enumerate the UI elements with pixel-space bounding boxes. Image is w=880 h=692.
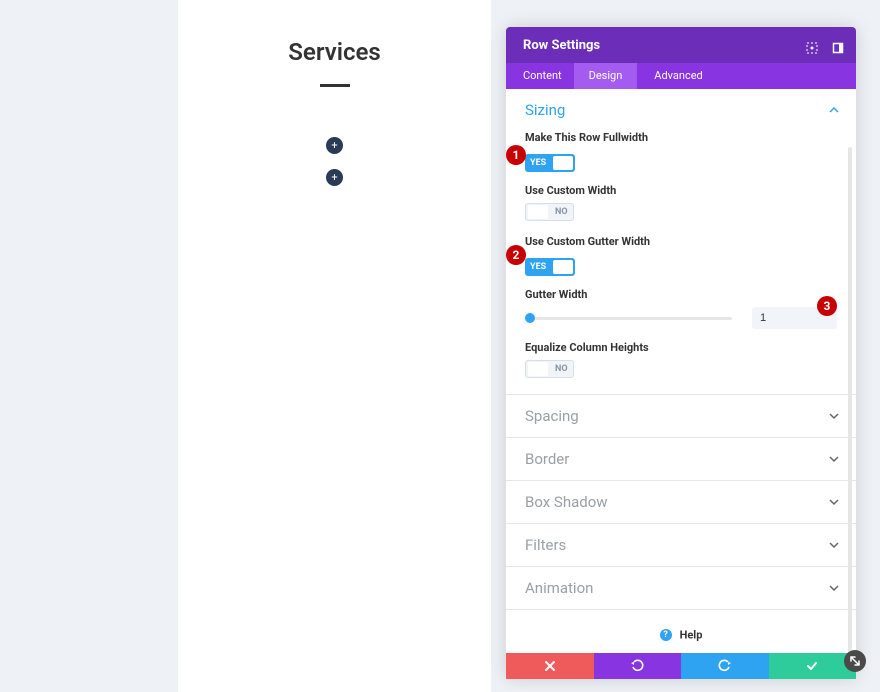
section-filters: Filters <box>506 524 856 567</box>
field-label: Use Custom Gutter Width <box>525 235 837 248</box>
undo-button[interactable] <box>594 653 682 679</box>
help-row[interactable]: ? Help <box>506 610 856 653</box>
chevron-down-icon <box>829 411 839 421</box>
tab-design[interactable]: Design <box>574 63 638 89</box>
section-header-box-shadow[interactable]: Box Shadow <box>506 481 856 523</box>
section-header-border[interactable]: Border <box>506 438 856 480</box>
field-custom-gutter: Use Custom Gutter Width YES <box>525 235 837 276</box>
field-equalize: Equalize Column Heights NO <box>525 341 837 380</box>
section-border: Border <box>506 438 856 481</box>
gutter-width-slider[interactable] <box>525 317 732 320</box>
toggle-custom-gutter[interactable]: YES <box>525 258 575 276</box>
toggle-label: NO <box>550 364 573 374</box>
field-custom-width: Use Custom Width NO <box>525 184 837 223</box>
section-title: Animation <box>525 579 593 597</box>
section-header-spacing[interactable]: Spacing <box>506 395 856 437</box>
field-label: Gutter Width <box>525 288 837 301</box>
field-label: Equalize Column Heights <box>525 341 837 354</box>
panel-footer <box>506 653 856 679</box>
section-animation: Animation <box>506 567 856 610</box>
tabs: Content Design Advanced <box>506 63 856 89</box>
field-fullwidth: Make This Row Fullwidth YES <box>525 131 837 172</box>
save-button[interactable] <box>769 653 857 679</box>
chevron-up-icon <box>829 105 839 115</box>
annotation-marker-3: 3 <box>817 296 837 316</box>
title-underline <box>320 84 350 87</box>
section-header-filters[interactable]: Filters <box>506 524 856 566</box>
scrollbar[interactable] <box>848 147 852 667</box>
section-title: Box Shadow <box>525 493 608 511</box>
redo-button[interactable] <box>681 653 769 679</box>
help-label: Help <box>680 628 703 641</box>
toggle-fullwidth[interactable]: YES <box>525 154 575 172</box>
section-spacing: Spacing <box>506 395 856 438</box>
toggle-handle <box>553 260 573 274</box>
sizing-content: Make This Row Fullwidth YES Use Custom W… <box>506 131 856 394</box>
section-title: Border <box>525 450 569 468</box>
toggle-handle <box>553 156 573 170</box>
add-module-button[interactable]: + <box>326 169 343 186</box>
field-gutter-width: Gutter Width <box>525 288 837 329</box>
header-icons <box>806 39 844 51</box>
resize-handle[interactable] <box>844 650 866 672</box>
section-sizing: Sizing Make This Row Fullwidth YES Use C… <box>506 89 856 395</box>
chevron-down-icon <box>829 540 839 550</box>
help-icon: ? <box>660 629 672 641</box>
tab-advanced[interactable]: Advanced <box>637 63 714 89</box>
page-title: Services <box>178 38 491 66</box>
chevron-down-icon <box>829 497 839 507</box>
field-label: Use Custom Width <box>525 184 837 197</box>
page-canvas: Services + + <box>178 0 491 692</box>
settings-panel: Row Settings Content Design Advanced Siz… <box>506 27 856 679</box>
panel-body: Sizing Make This Row Fullwidth YES Use C… <box>506 89 856 653</box>
toggle-equalize[interactable]: NO <box>525 360 574 378</box>
section-header-animation[interactable]: Animation <box>506 567 856 609</box>
panel-title: Row Settings <box>523 38 806 53</box>
annotation-marker-2: 2 <box>506 245 526 265</box>
section-box-shadow: Box Shadow <box>506 481 856 524</box>
toggle-label: YES <box>525 158 551 168</box>
toggle-label: YES <box>525 262 551 272</box>
toggle-handle <box>528 205 548 219</box>
section-title: Sizing <box>525 101 565 119</box>
chevron-down-icon <box>829 583 839 593</box>
field-label: Make This Row Fullwidth <box>525 131 837 144</box>
toggle-custom-width[interactable]: NO <box>525 203 574 221</box>
slider-row <box>525 307 837 329</box>
section-header-sizing[interactable]: Sizing <box>506 89 856 131</box>
add-module-button[interactable]: + <box>326 137 343 154</box>
tab-content[interactable]: Content <box>506 63 574 89</box>
section-title: Spacing <box>525 407 579 425</box>
expand-icon[interactable] <box>806 39 818 51</box>
toggle-handle <box>528 362 548 376</box>
panel-header: Row Settings <box>506 27 856 63</box>
chevron-down-icon <box>829 454 839 464</box>
annotation-marker-1: 1 <box>506 145 526 165</box>
section-title: Filters <box>525 536 566 554</box>
snap-icon[interactable] <box>832 39 844 51</box>
cancel-button[interactable] <box>506 653 594 679</box>
toggle-label: NO <box>550 207 573 217</box>
slider-thumb[interactable] <box>525 313 535 323</box>
